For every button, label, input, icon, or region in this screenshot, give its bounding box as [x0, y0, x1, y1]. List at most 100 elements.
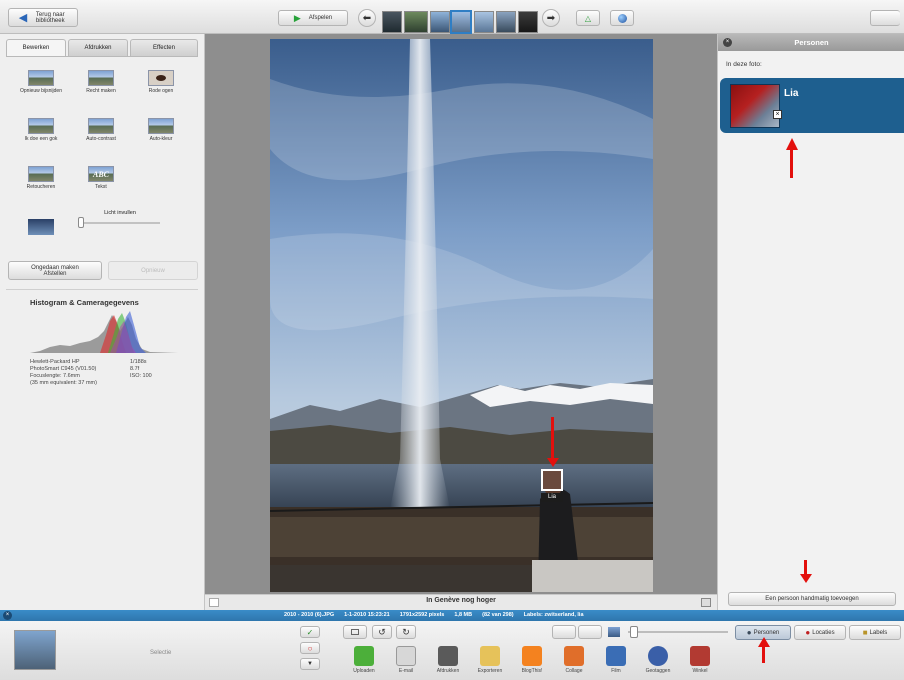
blogthis-label: BlogThis!: [521, 668, 543, 674]
camera-iso: ISO: 100: [130, 373, 152, 379]
undo-adjust-label: Ongedaan maken Afstellen: [31, 264, 79, 277]
photo-caption[interactable]: In Genève nog hoger: [205, 597, 717, 604]
filmstrip-thumbnail[interactable]: [496, 11, 516, 33]
tab-print[interactable]: Afdrukken: [68, 39, 128, 56]
selection-thumbnail[interactable]: [14, 630, 56, 670]
tab-print-label: Afdrukken: [84, 45, 112, 51]
filmstrip-thumbnail[interactable]: [404, 11, 428, 33]
tab-labels[interactable]: ■ Labels: [849, 625, 901, 640]
hold-selection-button[interactable]: ✓: [300, 626, 320, 638]
tab-edit[interactable]: Bewerken: [6, 39, 66, 56]
location-pin-icon: ●: [805, 628, 811, 637]
fill-light-slider-thumb[interactable]: [78, 217, 84, 228]
play-button[interactable]: ▶ Afspelen: [278, 10, 348, 26]
arrow-right-icon: ➡: [546, 12, 556, 24]
previous-photo-button[interactable]: ⬅: [358, 9, 376, 27]
export-icon: [480, 646, 500, 666]
zoom-slider-thumb[interactable]: [630, 626, 638, 638]
print-button[interactable]: Afdrukken: [431, 646, 465, 674]
tab-places[interactable]: ● Locaties: [794, 625, 846, 640]
geotag-button[interactable]: Geotaggen: [641, 646, 675, 674]
face-tag-box[interactable]: [541, 469, 563, 491]
play-icon: ▶: [293, 12, 301, 23]
undo-adjust-button[interactable]: Ongedaan maken Afstellen: [8, 261, 102, 280]
geotag-icon: [648, 646, 668, 666]
main-photo[interactable]: [270, 39, 653, 592]
tab-edit-label: Bewerken: [22, 45, 50, 51]
email-button[interactable]: E-mail: [389, 646, 423, 674]
tool-text[interactable]: ABC Tekst: [74, 166, 128, 190]
fill-light-slider-track[interactable]: [80, 222, 160, 224]
rotate-right-button[interactable]: ↻: [396, 625, 416, 639]
globe-button[interactable]: [610, 10, 634, 26]
fullscreen-icon[interactable]: [701, 598, 711, 607]
status-close-icon[interactable]: ×: [3, 611, 12, 620]
blogthis-button[interactable]: BlogThis!: [515, 646, 549, 674]
person-name[interactable]: Lia: [784, 88, 798, 99]
back-to-library-button[interactable]: ◀ Terug naar bibliotheek: [8, 8, 78, 27]
status-info: 2010 - 2010 (6).JPG 1-1-2010 15:23:21 17…: [284, 612, 584, 618]
tool-lucky-label: Ik doe een gok: [24, 136, 58, 142]
remove-person-icon[interactable]: ×: [773, 110, 782, 119]
collage-label: Collage: [565, 668, 583, 674]
view-single-button[interactable]: [552, 625, 576, 639]
print-icon: [438, 646, 458, 666]
tool-contrast-label: Auto-contrast: [86, 136, 116, 142]
tool-color-label: Auto-kleur: [149, 136, 173, 142]
camera-info-right: 1/188s 8.7f ISO: 100: [130, 359, 152, 380]
face-tag-label: Lia: [541, 493, 563, 502]
fill-light-label: Licht invullen: [104, 210, 136, 216]
collage-button[interactable]: Collage: [557, 646, 591, 674]
tab-effects[interactable]: Effecten: [130, 39, 198, 56]
rotate-left-button[interactable]: ↺: [372, 625, 392, 639]
rotate-view-button[interactable]: [343, 625, 367, 639]
play-label: Afspelen: [308, 15, 333, 21]
tool-auto-color[interactable]: Auto-kleur: [134, 118, 188, 142]
tool-im-feeling-lucky[interactable]: Ik doe een gok: [14, 118, 68, 142]
status-filename: 2010 - 2010 (6).JPG: [284, 612, 335, 618]
tag-icon: ■: [862, 628, 868, 637]
tab-divider: [6, 56, 198, 57]
shop-button[interactable]: Winkel: [683, 646, 717, 674]
add-person-label: Een persoon handmatig toevoegen: [765, 596, 859, 602]
clear-selection-button[interactable]: ○: [300, 642, 320, 654]
add-to-album-button[interactable]: ▼: [300, 658, 320, 670]
filmstrip-thumbnail[interactable]: [474, 11, 494, 33]
view-compare-button[interactable]: [578, 625, 602, 639]
tool-text-label: Tekst: [95, 184, 107, 190]
geotag-label: Geotaggen: [645, 668, 671, 674]
filmstrip-thumbnail[interactable]: [518, 11, 538, 33]
zoom-slider-track[interactable]: [628, 631, 728, 633]
selection-label: Selectie: [150, 650, 172, 656]
annotation-arrow-person: [790, 148, 793, 178]
status-bar: × 2010 - 2010 (6).JPG 1-1-2010 15:23:21 …: [0, 610, 904, 621]
tab-places-label: Locaties: [812, 629, 835, 636]
separator: [6, 289, 198, 290]
share-button[interactable]: △: [576, 10, 600, 26]
tool-auto-contrast[interactable]: Auto-contrast: [74, 118, 128, 142]
upload-button[interactable]: Uploaden: [347, 646, 381, 674]
tool-retouch[interactable]: Retoucheren: [14, 166, 68, 190]
camera-info-left: Hewlett-Packard HP PhotoSmart C945 (V01.…: [30, 359, 97, 387]
back-arrow-icon: ◀: [18, 12, 28, 24]
contrast-icon: [88, 118, 114, 134]
export-button[interactable]: Exporteren: [473, 646, 507, 674]
filmstrip-thumbnail[interactable]: [382, 11, 402, 33]
tool-crop[interactable]: Opnieuw bijsnijden: [14, 70, 68, 94]
top-right-button[interactable]: [870, 10, 900, 26]
next-photo-button[interactable]: ➡: [542, 9, 560, 27]
clear-icon: ○: [307, 643, 313, 653]
filmstrip-thumbnail[interactable]: [430, 11, 450, 33]
rotate-right-icon: ↻: [402, 626, 410, 637]
tool-straighten[interactable]: Recht maken: [74, 70, 128, 94]
movie-icon: [606, 646, 626, 666]
camera-focal-length: Focuslengte: 7.6mm: [30, 373, 80, 379]
filmstrip-thumbnail-current[interactable]: [450, 10, 472, 34]
add-person-manually-button[interactable]: Een persoon handmatig toevoegen: [728, 592, 896, 606]
redo-button[interactable]: Opnieuw: [108, 261, 198, 280]
person-card-lia[interactable]: × Lia: [720, 78, 904, 133]
tool-red-eye[interactable]: Rode ogen: [134, 70, 188, 94]
tool-red-eye-label: Rode ogen: [148, 88, 174, 94]
movie-button[interactable]: Film: [599, 646, 633, 674]
tool-straighten-label: Recht maken: [86, 88, 116, 94]
